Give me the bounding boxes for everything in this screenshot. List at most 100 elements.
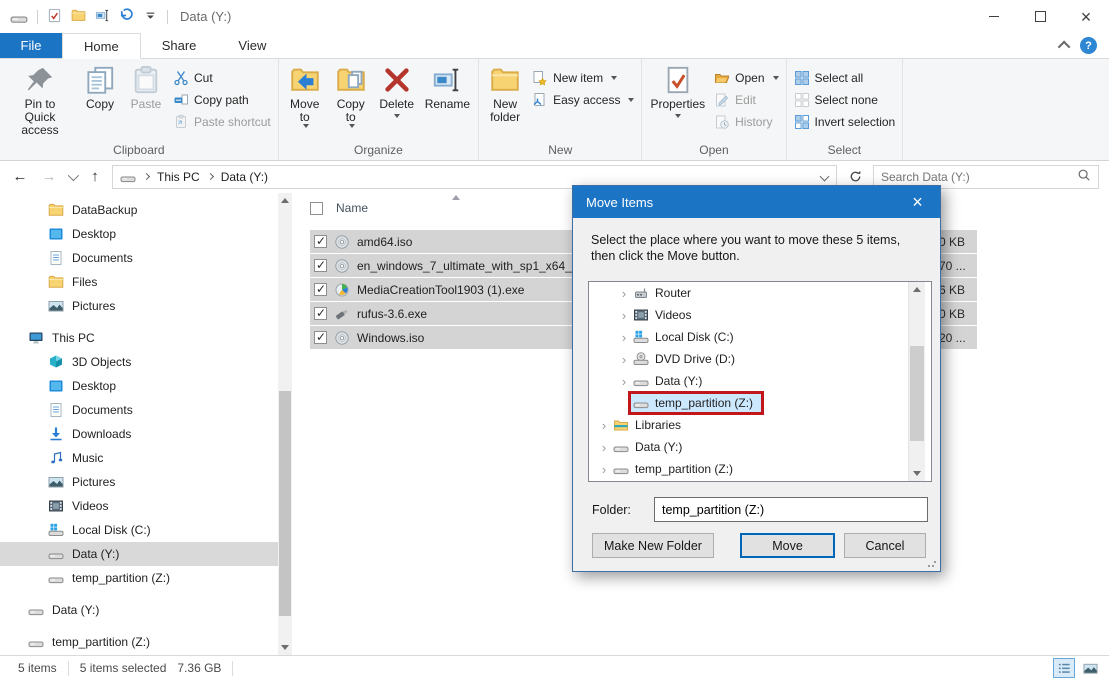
ribbon-button-paste-shortcut[interactable]: Paste shortcut (169, 111, 275, 133)
tree-item-router[interactable]: Router (589, 282, 931, 304)
search-input[interactable] (881, 170, 1077, 184)
undo-icon[interactable] (119, 8, 134, 26)
ribbon-button-copy-path[interactable]: Copy path (169, 89, 275, 111)
cancel-button[interactable]: Cancel (844, 533, 926, 558)
up-icon[interactable]: ↑ (83, 168, 107, 185)
sidebar-item-downloads[interactable]: Downloads (0, 422, 278, 446)
tree-scrollbar[interactable] (908, 282, 925, 481)
row-checkbox[interactable] (314, 235, 327, 248)
ribbon-button-copy-to[interactable]: Copy to (329, 61, 373, 128)
forward-icon[interactable]: → (37, 168, 61, 185)
ribbon-button-easy-access[interactable]: Easy access (528, 89, 638, 111)
sidebar-item-files[interactable]: Files (0, 270, 278, 294)
annotation-highlight[interactable]: temp_partition (Z:) (628, 391, 764, 415)
scrollbar-thumb[interactable] (910, 346, 924, 441)
ribbon-button-paste[interactable]: Paste (124, 61, 168, 111)
scroll-down-icon[interactable] (913, 471, 921, 476)
recent-locations-icon[interactable] (68, 169, 79, 180)
move-button[interactable]: Move (740, 533, 835, 558)
ribbon-button-delete[interactable]: Delete (375, 61, 419, 118)
ribbon-button-open[interactable]: Open (710, 67, 782, 89)
dialog-title-bar[interactable]: Move Items (573, 186, 940, 218)
ribbon-button-rename[interactable]: Rename (421, 61, 474, 111)
row-checkbox[interactable] (314, 283, 327, 296)
tree-item-libraries[interactable]: Libraries (589, 414, 931, 436)
maximize-icon[interactable] (1017, 0, 1063, 33)
tree-item-data-y[interactable]: Data (Y:) (589, 436, 931, 458)
ribbon-button-pin-to-quick-access[interactable]: Pin to Quick access (4, 61, 76, 137)
qat-customize-icon[interactable] (143, 8, 158, 26)
minimize-icon[interactable] (971, 0, 1017, 33)
expander-icon[interactable] (617, 308, 631, 323)
sidebar-item-desktop[interactable]: Desktop (0, 374, 278, 398)
tree-item-temp-partition-z[interactable]: temp_partition (Z:) (589, 458, 931, 480)
sort-ascending-icon[interactable] (452, 195, 460, 200)
folder-icon[interactable] (71, 8, 86, 26)
select-all-checkbox[interactable] (310, 202, 323, 215)
help-icon[interactable] (1080, 37, 1097, 54)
make-new-folder-button[interactable]: Make New Folder (592, 533, 714, 558)
sidebar-scrollbar[interactable] (278, 193, 292, 655)
sidebar-item-databackup[interactable]: DataBackup (0, 198, 278, 222)
large-icons-view-icon[interactable] (1079, 658, 1101, 678)
address-dropdown-icon[interactable] (820, 172, 830, 182)
resize-grip[interactable] (927, 558, 937, 568)
ribbon-button-copy[interactable]: Copy (78, 61, 122, 111)
scrollbar-thumb[interactable] (279, 391, 291, 616)
rename-icon[interactable] (95, 8, 110, 26)
expander-icon[interactable] (597, 418, 611, 433)
sidebar-item-pictures[interactable]: Pictures (0, 294, 278, 318)
sidebar-item-videos[interactable]: Videos (0, 494, 278, 518)
sidebar-item-music[interactable]: Music (0, 446, 278, 470)
tab-view[interactable]: View (217, 33, 287, 58)
collapse-ribbon-icon[interactable] (1058, 41, 1071, 54)
sidebar-item-3d-objects[interactable]: 3D Objects (0, 350, 278, 374)
sidebar-item-data-y[interactable]: Data (Y:) (0, 542, 278, 566)
row-checkbox[interactable] (314, 259, 327, 272)
breadcrumb-item-this-pc[interactable]: This PC (157, 170, 200, 184)
close-icon[interactable] (1063, 0, 1109, 33)
ribbon-button-properties[interactable]: Properties (646, 61, 709, 118)
tree-item-data-y[interactable]: Data (Y:) (589, 370, 931, 392)
tab-share[interactable]: Share (141, 33, 218, 58)
expander-icon[interactable] (597, 440, 611, 455)
ribbon-button-history[interactable]: History (710, 111, 782, 133)
expander-icon[interactable] (597, 462, 611, 477)
ribbon-button-select-all[interactable]: Select all (790, 67, 900, 89)
sidebar-item-this-pc[interactable]: This PC (0, 326, 278, 350)
scroll-up-icon[interactable] (281, 198, 289, 203)
expander-icon[interactable] (617, 330, 631, 345)
sidebar-item-documents[interactable]: Documents (0, 246, 278, 270)
details-view-icon[interactable] (1053, 658, 1075, 678)
tab-file[interactable]: File (0, 33, 62, 58)
tab-home[interactable]: Home (62, 33, 141, 59)
column-header-name[interactable]: Name (310, 201, 368, 215)
tree-item-temp-partition-z[interactable]: temp_partition (Z:) (589, 392, 931, 414)
expander-icon[interactable] (617, 374, 631, 389)
ribbon-button-move-to[interactable]: Move to (283, 61, 327, 128)
sidebar-item-documents[interactable]: Documents (0, 398, 278, 422)
expander-icon[interactable] (617, 352, 631, 367)
row-checkbox[interactable] (314, 307, 327, 320)
ribbon-button-edit[interactable]: Edit (710, 89, 782, 111)
breadcrumb-item-data-y[interactable]: Data (Y:) (221, 170, 268, 184)
sidebar-item-temp-partition-z[interactable]: temp_partition (Z:) (0, 630, 278, 654)
sidebar-item-data-y[interactable]: Data (Y:) (0, 598, 278, 622)
ribbon-button-cut[interactable]: Cut (169, 67, 275, 89)
properties-check-icon[interactable] (47, 8, 62, 26)
sidebar-item-local-disk-c[interactable]: Local Disk (C:) (0, 518, 278, 542)
scroll-down-icon[interactable] (281, 645, 289, 650)
ribbon-button-new-folder[interactable]: New folder (483, 61, 527, 124)
tree-item-dvd-drive-d[interactable]: DVD Drive (D:) (589, 348, 931, 370)
sidebar-item-temp-partition-z[interactable]: temp_partition (Z:) (0, 566, 278, 590)
dialog-close-icon[interactable] (895, 186, 940, 218)
sidebar-item-desktop[interactable]: Desktop (0, 222, 278, 246)
folder-input[interactable] (654, 497, 928, 522)
row-checkbox[interactable] (314, 331, 327, 344)
ribbon-button-invert-selection[interactable]: Invert selection (790, 111, 900, 133)
sidebar-item-pictures[interactable]: Pictures (0, 470, 278, 494)
ribbon-button-select-none[interactable]: Select none (790, 89, 900, 111)
back-icon[interactable]: ← (8, 168, 32, 185)
expander-icon[interactable] (617, 286, 631, 301)
ribbon-button-new-item[interactable]: New item (528, 67, 638, 89)
